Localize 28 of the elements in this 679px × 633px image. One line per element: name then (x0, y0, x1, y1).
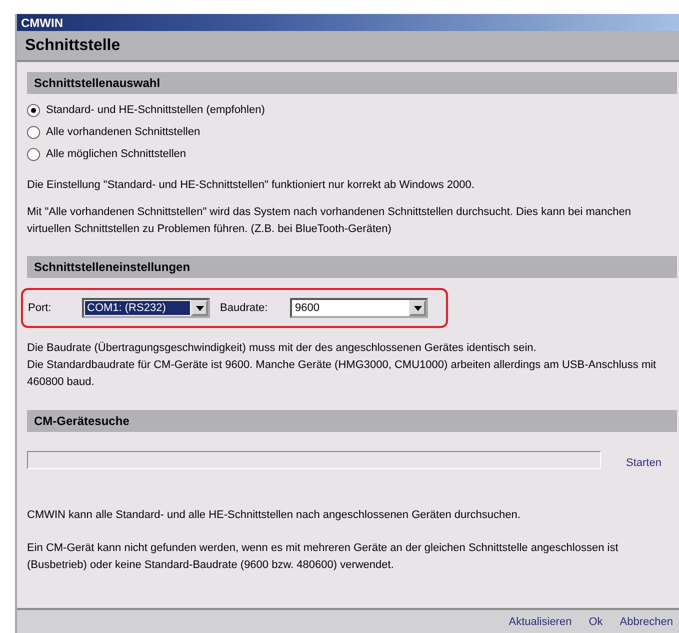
page-title: Schnittstelle (17, 31, 679, 62)
footer-link[interactable]: Abbrechen (620, 616, 673, 628)
radio-button[interactable] (27, 104, 40, 116)
radio-button[interactable] (27, 148, 40, 160)
dropdown[interactable]: COM1: (RS232) (82, 298, 210, 318)
field-label: Port: (28, 302, 52, 314)
footer-link[interactable]: Aktualisieren (508, 616, 572, 628)
paragraph: CMWIN kann alle Standard- und alle HE-Schnittstellen nach angeschlossenen Geräten durchsuchen. (27, 508, 522, 523)
section-header: Schnittstelleneinstellungen (27, 256, 677, 278)
paragraph: Ein CM-Gerät kann nicht gefunden werden, wenn es mit mehreren Geräte an der gleichen Schnittstelle angeschlossen ist (Busbetrieb) oder keine Standard-Baudrate (9600 bzw. 480600) verwendet. (27, 541, 620, 573)
paragraph: Die Einstellung "Standard- und HE-Schnittstellen" funktioniert nur korrekt ab Windows 2000. (27, 178, 476, 193)
radio-option[interactable]: Alle vorhandenen Schnittstellen (27, 121, 677, 143)
radio-option[interactable]: Standard- und HE-Schnittstellen (empfohlen) (27, 99, 677, 121)
window-title: CMWIN (21, 16, 63, 30)
dropdown-button[interactable] (409, 300, 426, 316)
radio-option[interactable]: Alle möglichen Schnittstellen (27, 143, 677, 165)
radio-button[interactable] (27, 126, 40, 138)
dropdown-button[interactable] (191, 300, 208, 316)
section-header: CM-Gerätesuche (27, 410, 677, 432)
footer-link[interactable]: Ok (588, 616, 603, 628)
paragraph: Mit "Alle vorhandenen Schnittstellen" wird das System nach vorhandenen Schnittstellen durchsucht. Dies kann bei manchen virtuellen Schnittstellen zu Problemen führen. (Z.B. bei BlueTooth-Geräten) (27, 205, 632, 237)
section-header: Schnittstellenauswahl (27, 72, 677, 94)
caret-icon (414, 306, 422, 310)
caret-icon (196, 306, 204, 310)
paragraph: Die Baudrate (Übertragungsgeschwindigkeit) muss mit der des angeschlossenen Gerätes identisch sein. Die Standardbaudrate für CM-Geräte ist 9600. Manche Geräte (HMG3000, CMU1000) arbeiten allerdings am USB-Anschluss mit 460800 baud. (27, 340, 658, 390)
start-link[interactable]: Starten (626, 457, 662, 469)
field-label: Baudrate: (220, 302, 269, 314)
dropdown[interactable]: 9600 (290, 298, 428, 318)
